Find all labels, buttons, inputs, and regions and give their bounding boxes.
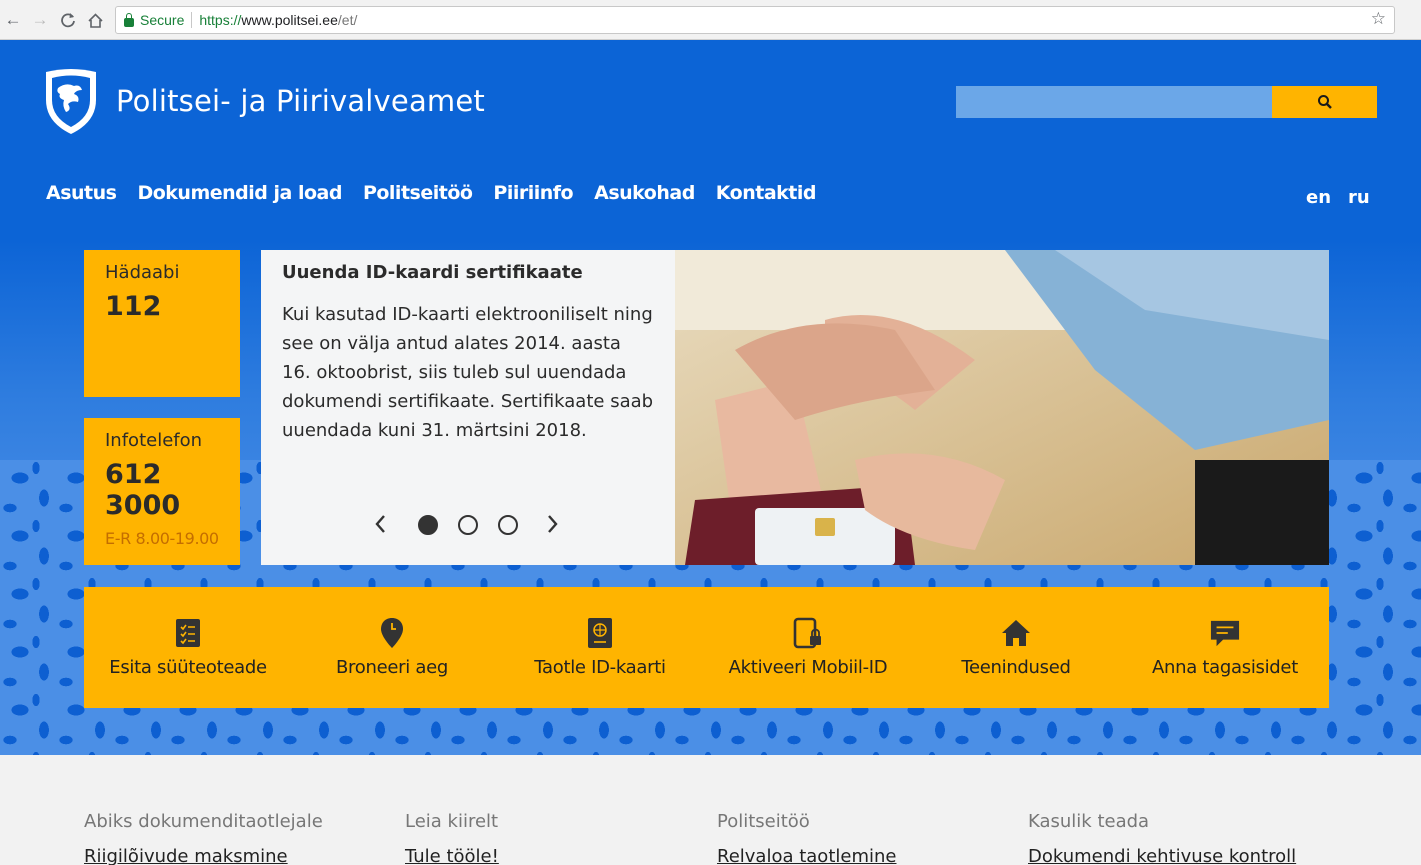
- carousel-dot-2[interactable]: [458, 515, 478, 535]
- hero-section: Politsei- ja Piirivalveamet Asutus Dokum…: [0, 40, 1421, 755]
- nav-item-dokumendid[interactable]: Dokumendid ja load: [137, 182, 342, 204]
- news-carousel: Uuenda ID-kaardi sertifikaate Kui kasuta…: [261, 250, 1329, 565]
- main-navigation: Asutus Dokumendid ja load Politseitöö Pi…: [46, 182, 817, 204]
- footer-link[interactable]: Tule tööle!: [405, 846, 499, 865]
- quick-link-service-offices-label: Teenindused: [961, 657, 1071, 678]
- footer-heading: Politseitöö: [717, 811, 810, 832]
- quick-link-feedback[interactable]: Anna tagasisidet: [1144, 587, 1306, 708]
- quick-link-mobile-id-label: Aktiveeri Mobiil-ID: [728, 657, 888, 678]
- emergency-number: 112: [105, 291, 162, 322]
- reload-icon[interactable]: [57, 9, 79, 31]
- footer-links: Abiks dokumenditaotlejale Riigilõivude m…: [0, 755, 1421, 865]
- address-bar[interactable]: Secure https:// www.politsei.ee /et/ ☆: [115, 6, 1395, 34]
- language-en[interactable]: en: [1306, 187, 1331, 208]
- nav-item-kontaktid[interactable]: Kontaktid: [716, 182, 817, 204]
- search-input[interactable]: [956, 86, 1272, 118]
- quick-link-booking[interactable]: Broneeri aeg: [332, 587, 452, 708]
- url-path: /et/: [337, 12, 358, 28]
- lock-icon: [124, 12, 134, 27]
- footer-column-useful-info: Kasulik teada Dokumendi kehtivuse kontro…: [1028, 811, 1296, 865]
- url-host: www.politsei.ee: [241, 12, 338, 28]
- back-icon[interactable]: ←: [2, 9, 24, 31]
- infophone-box[interactable]: Infotelefon 612 3000 E-R 8.00-19.00: [84, 418, 240, 565]
- carousel-text-panel: Uuenda ID-kaardi sertifikaate Kui kasuta…: [261, 250, 675, 565]
- emergency-label: Hädaabi: [105, 262, 180, 283]
- footer-link[interactable]: Dokumendi kehtivuse kontroll: [1028, 846, 1296, 865]
- police-coat-of-arms-logo[interactable]: [42, 66, 100, 136]
- secure-label: Secure: [140, 12, 185, 28]
- quick-link-report[interactable]: Esita süüteoteade: [108, 587, 268, 708]
- passport-icon: [585, 617, 615, 649]
- quick-link-feedback-label: Anna tagasisidet: [1152, 657, 1298, 678]
- footer-column-quick-find: Leia kiirelt Tule tööle!: [405, 811, 499, 865]
- nav-item-piiriinfo[interactable]: Piiriinfo: [493, 182, 573, 204]
- location-pin-clock-icon: [377, 617, 407, 649]
- nav-item-politseitoo[interactable]: Politseitöö: [363, 182, 473, 204]
- footer-column-police-work: Politseitöö Relvaloa taotlemine: [717, 811, 896, 865]
- forward-icon[interactable]: →: [29, 9, 51, 31]
- quick-link-service-offices[interactable]: Teenindused: [956, 587, 1076, 708]
- browser-toolbar: ← → Secure https:// www.politsei.ee /et/…: [0, 0, 1421, 40]
- url-scheme: https://: [199, 12, 242, 28]
- infophone-number: 612 3000: [105, 459, 181, 521]
- search-icon: [1317, 95, 1332, 109]
- footer-heading: Kasulik teada: [1028, 811, 1150, 832]
- search-button[interactable]: [1272, 86, 1377, 118]
- nav-item-asukohad[interactable]: Asukohad: [594, 182, 695, 204]
- footer-link[interactable]: Relvaloa taotlemine: [717, 846, 896, 865]
- bookmark-star-icon[interactable]: ☆: [1371, 9, 1386, 29]
- quick-link-mobile-id[interactable]: Aktiveeri Mobiil-ID: [728, 587, 888, 708]
- carousel-body: Kui kasutad ID-kaarti elektrooniliselt n…: [282, 304, 654, 441]
- emergency-box[interactable]: Hädaabi 112: [84, 250, 240, 397]
- address-divider: [191, 12, 193, 28]
- nav-item-asutus[interactable]: Asutus: [46, 182, 117, 204]
- footer-heading: Leia kiirelt: [405, 811, 499, 832]
- carousel-dot-3[interactable]: [498, 515, 518, 535]
- report-list-icon: [173, 617, 203, 649]
- quick-links-bar: Esita süüteoteade Broneeri aeg Taotle ID…: [84, 587, 1329, 708]
- language-ru[interactable]: ru: [1348, 187, 1370, 208]
- site-title[interactable]: Politsei- ja Piirivalveamet: [116, 84, 485, 118]
- carousel-prev-icon[interactable]: [373, 513, 387, 535]
- carousel-title[interactable]: Uuenda ID-kaardi sertifikaate: [282, 262, 654, 283]
- footer-column-document-help: Abiks dokumenditaotlejale Riigilõivude m…: [84, 811, 323, 865]
- infophone-label: Infotelefon: [105, 430, 203, 451]
- infophone-hours: E-R 8.00-19.00: [105, 529, 219, 548]
- mobile-lock-icon: [793, 617, 823, 649]
- home-icon[interactable]: [84, 9, 106, 31]
- feedback-chat-icon: [1210, 617, 1240, 649]
- home-icon: [1001, 617, 1031, 649]
- footer-link[interactable]: Riigilõivude maksmine: [84, 846, 323, 865]
- quick-link-id-card-label: Taotle ID-kaarti: [534, 657, 666, 678]
- quick-link-booking-label: Broneeri aeg: [336, 657, 448, 678]
- quick-link-report-label: Esita süüteoteade: [109, 657, 267, 678]
- carousel-photo: [675, 250, 1329, 565]
- carousel-dot-1[interactable]: [418, 515, 438, 535]
- carousel-next-icon[interactable]: [546, 513, 560, 535]
- quick-link-id-card[interactable]: Taotle ID-kaarti: [525, 587, 675, 708]
- footer-heading: Abiks dokumenditaotlejale: [84, 811, 323, 832]
